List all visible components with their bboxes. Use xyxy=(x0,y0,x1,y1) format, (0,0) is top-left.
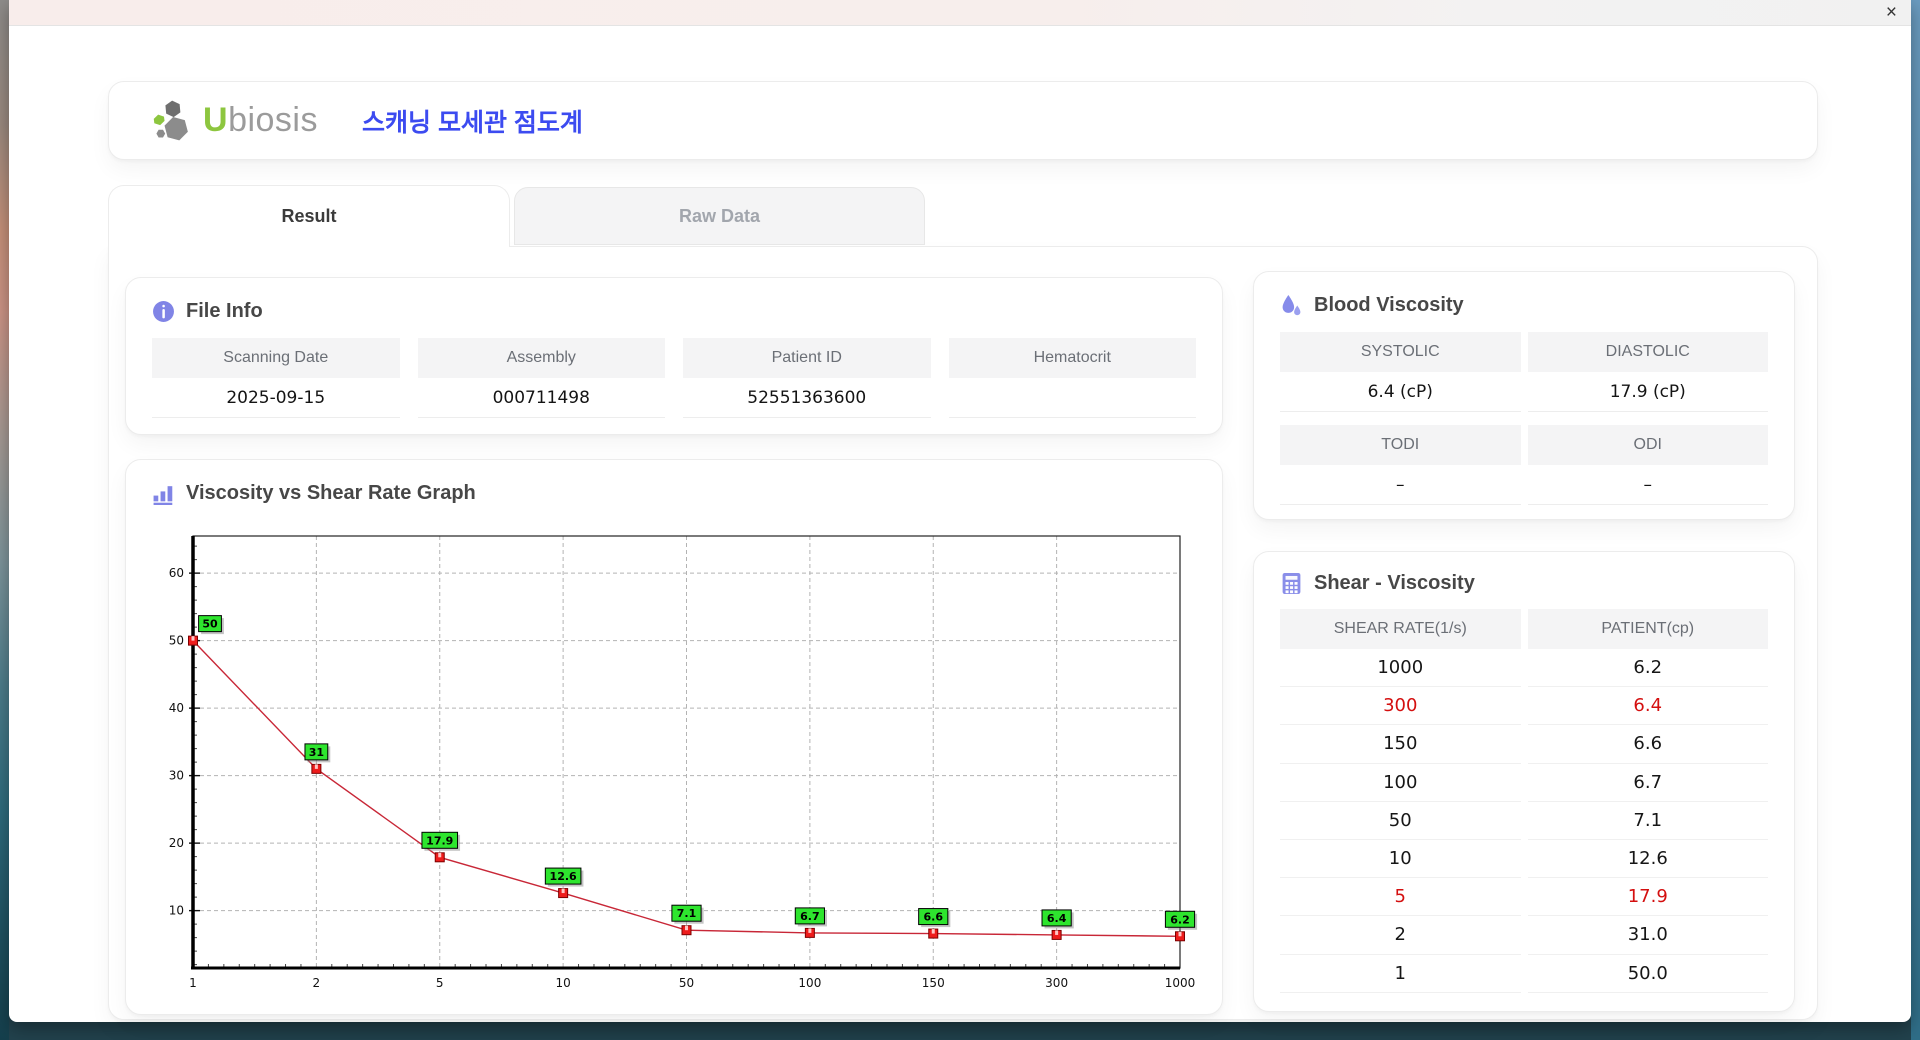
table-cell-shear: 150 xyxy=(1280,725,1521,764)
svg-text:1000: 1000 xyxy=(1165,976,1196,990)
svg-text:300: 300 xyxy=(1045,976,1068,990)
systolic-value: 6.4 (cP) xyxy=(1280,372,1521,412)
svg-text:50: 50 xyxy=(679,976,694,990)
svg-text:30: 30 xyxy=(169,769,184,783)
file-info-label: Patient ID xyxy=(683,338,931,378)
file-info-card: File Info Scanning Date Assembly Patient… xyxy=(125,277,1223,435)
table-cell-patient: 6.6 xyxy=(1527,725,1768,764)
close-icon[interactable]: × xyxy=(1886,1,1897,25)
odi-value: – xyxy=(1527,465,1768,505)
todi-value: – xyxy=(1280,465,1521,505)
table-cell-patient: 50.0 xyxy=(1527,954,1768,993)
calculator-icon xyxy=(1282,573,1301,594)
header-card: Ubiosis 스캐닝 모세관 점도계 xyxy=(108,81,1818,160)
svg-text:10: 10 xyxy=(169,904,184,918)
svg-text:10: 10 xyxy=(555,976,570,990)
svg-text:60: 60 xyxy=(169,566,184,580)
table-cell-shear: 2 xyxy=(1280,916,1521,955)
table-cell-shear: 10 xyxy=(1280,839,1521,879)
svg-text:150: 150 xyxy=(922,976,945,990)
svg-text:6.7: 6.7 xyxy=(800,910,820,923)
hexagon-logo-icon xyxy=(153,100,188,140)
file-info-label: Assembly xyxy=(417,338,665,378)
svg-text:31: 31 xyxy=(309,746,324,759)
svg-text:12.6: 12.6 xyxy=(550,870,577,883)
bar-chart-icon xyxy=(153,486,173,505)
svg-text:20: 20 xyxy=(169,836,184,850)
table-cell-patient: 31.0 xyxy=(1527,916,1768,955)
page-title: 스캐닝 모세관 점도계 xyxy=(362,108,583,137)
tab-seam xyxy=(110,244,508,248)
info-icon xyxy=(153,301,174,322)
systolic-label: SYSTOLIC xyxy=(1280,332,1521,372)
blood-viscosity-card: Blood Viscosity SYSTOLIC DIASTOLIC 6.4 (… xyxy=(1253,271,1795,520)
file-info-label: Scanning Date xyxy=(152,338,400,378)
tab-result[interactable]: Result xyxy=(108,185,510,247)
patient-header: PATIENT(cp) xyxy=(1527,609,1768,649)
table-cell-patient: 17.9 xyxy=(1527,878,1768,917)
svg-text:17.9: 17.9 xyxy=(426,834,453,847)
svg-text:1: 1 xyxy=(189,976,197,990)
viscosity-graph-card: Viscosity vs Shear Rate Graph 50 31 17.9 12… xyxy=(125,459,1223,1015)
viscosity-chart-svg: 50 31 17.9 12.6 7.1 6.7 6.6 6.4 6.2 10 20 30 40 50 60 1… xyxy=(169,535,1198,990)
svg-text:2: 2 xyxy=(313,976,321,990)
window-titlebar: × xyxy=(9,0,1911,26)
tab-raw-data[interactable]: Raw Data xyxy=(514,187,925,245)
todi-label: TODI xyxy=(1280,425,1521,465)
svg-text:50: 50 xyxy=(169,634,184,648)
svg-text:40: 40 xyxy=(169,701,184,715)
table-cell-shear: 1000 xyxy=(1280,649,1521,688)
diastolic-label: DIASTOLIC xyxy=(1527,332,1768,372)
logo-rest: biosis xyxy=(228,101,318,139)
svg-text:6.2: 6.2 xyxy=(1170,913,1190,926)
svg-text:100: 100 xyxy=(798,976,821,990)
table-cell-shear: 300 xyxy=(1280,687,1521,726)
hematocrit-value xyxy=(948,378,1196,418)
svg-text:5: 5 xyxy=(436,976,444,990)
blood-viscosity-title: Blood Viscosity xyxy=(1314,294,1464,316)
table-cell-shear: 100 xyxy=(1280,763,1521,802)
table-cell-patient: 7.1 xyxy=(1527,801,1768,840)
shear-viscosity-title: Shear - Viscosity xyxy=(1314,572,1475,594)
table-cell-patient: 6.4 xyxy=(1527,687,1768,726)
ubiosis-logo: Ubiosis xyxy=(151,99,318,143)
table-cell-shear: 5 xyxy=(1280,878,1521,917)
file-info-label: Hematocrit xyxy=(948,338,1196,378)
table-cell-patient: 6.2 xyxy=(1527,649,1768,688)
table-cell-patient: 6.7 xyxy=(1527,763,1768,802)
svg-text:6.6: 6.6 xyxy=(924,911,944,924)
desktop-wallpaper-left xyxy=(0,0,9,1040)
logo-letter-u: U xyxy=(203,101,229,139)
droplets-icon xyxy=(1282,295,1301,316)
table-cell-shear: 1 xyxy=(1280,954,1521,993)
shear-rate-header: SHEAR RATE(1/s) xyxy=(1280,609,1521,649)
table-cell-shear: 50 xyxy=(1280,801,1521,840)
file-info-title: File Info xyxy=(186,300,263,322)
shear-viscosity-card: Shear - Viscosity SHEAR RATE(1/s) PATIEN… xyxy=(1253,551,1795,1012)
logo-text: Ubiosis xyxy=(203,101,318,140)
svg-text:6.4: 6.4 xyxy=(1047,912,1067,925)
svg-text:7.1: 7.1 xyxy=(677,907,697,920)
svg-text:50: 50 xyxy=(202,618,218,631)
desktop-wallpaper-right xyxy=(1911,0,1920,1040)
patient-id-value: 52551363600 xyxy=(683,378,931,418)
scanning-date-value: 2025-09-15 xyxy=(152,378,400,418)
odi-label: ODI xyxy=(1527,425,1768,465)
graph-title: Viscosity vs Shear Rate Graph xyxy=(186,482,476,504)
table-cell-patient: 12.6 xyxy=(1527,839,1768,879)
diastolic-value: 17.9 (cP) xyxy=(1527,372,1768,412)
assembly-value: 000711498 xyxy=(417,378,665,418)
